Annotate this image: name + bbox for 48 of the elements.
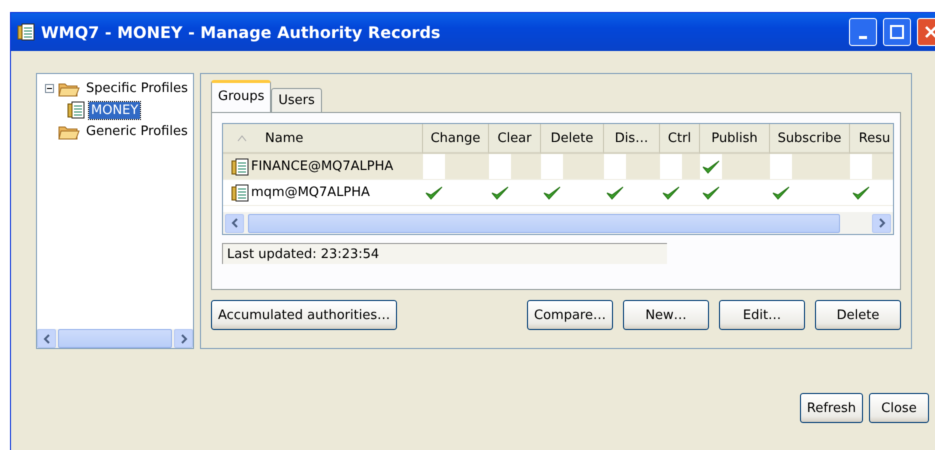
sort-icon (237, 134, 247, 142)
document-icon (17, 23, 35, 41)
checkmark-icon (702, 158, 720, 174)
tab[interactable]: Groups (211, 80, 272, 112)
document-icon (231, 184, 249, 202)
maximize-button[interactable] (883, 18, 911, 46)
column-header[interactable]: Resu (850, 124, 893, 154)
collapse-icon[interactable] (45, 84, 54, 93)
folder-icon (58, 124, 80, 140)
folder-icon (58, 80, 80, 96)
tree-item[interactable]: Specific Profiles (84, 80, 190, 97)
action-button[interactable]: Delete (815, 300, 901, 330)
action-button[interactable]: Accumulated authorities… (211, 300, 398, 330)
column-header[interactable]: Change (423, 124, 489, 154)
checkmark-icon (702, 184, 720, 200)
dialog-button[interactable]: Refresh (800, 393, 863, 423)
document-icon (231, 158, 249, 176)
column-header[interactable]: Ctrl (660, 124, 700, 154)
action-button[interactable]: Edit… (719, 300, 805, 330)
horizontal-scrollbar[interactable] (223, 212, 893, 234)
checkmark-icon (425, 184, 443, 200)
minimize-icon (859, 36, 867, 38)
dialog-button[interactable]: Close (869, 393, 929, 423)
close-icon (925, 26, 935, 38)
column-header[interactable]: Clear (489, 124, 541, 154)
checkmark-icon (772, 184, 790, 200)
tree-item[interactable]: Generic Profiles (84, 123, 190, 140)
tree-item[interactable]: MONEY (89, 102, 140, 118)
checkmark-icon (543, 184, 561, 200)
tab[interactable]: Users (271, 88, 322, 112)
document-icon (67, 101, 85, 119)
table-cell[interactable]: FINANCE@MQ7ALPHA (223, 154, 423, 180)
status-text: Last updated: 23:23:54 (222, 243, 667, 264)
checkmark-icon (606, 184, 624, 200)
horizontal-scrollbar[interactable] (37, 329, 193, 348)
checkmark-icon (491, 184, 509, 200)
action-button[interactable]: New… (623, 300, 709, 330)
action-button[interactable]: Compare… (527, 300, 613, 330)
checkmark-icon (852, 184, 870, 200)
column-header[interactable]: Name (223, 124, 423, 154)
minimize-button[interactable] (849, 18, 877, 46)
column-header[interactable]: Delete (541, 124, 604, 154)
checkmark-icon (662, 184, 680, 200)
maximize-icon (890, 25, 904, 39)
window-title: WMQ7 - MONEY - Manage Authority Records (41, 22, 442, 42)
column-header[interactable]: Dis… (604, 124, 660, 154)
column-header[interactable]: Subscribe (770, 124, 850, 154)
column-header[interactable]: Publish (700, 124, 770, 154)
